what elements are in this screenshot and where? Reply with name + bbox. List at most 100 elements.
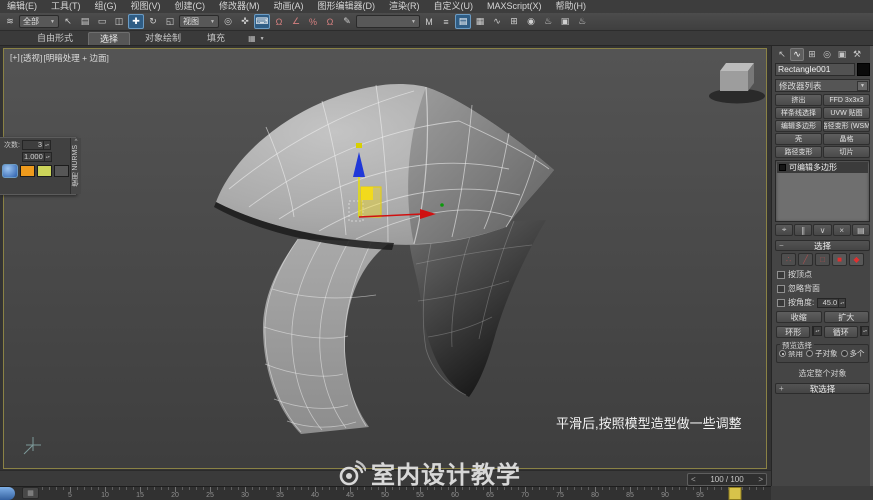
menu-item[interactable]: 工具(T) (44, 0, 88, 13)
stack-item-editable-poly[interactable]: 可编辑多边形 (777, 162, 868, 173)
checkbox[interactable] (777, 271, 785, 279)
menu-item[interactable]: 动画(A) (267, 0, 311, 13)
menu-item[interactable]: 自定义(U) (427, 0, 481, 13)
nurms-color-swatch-yellow[interactable] (37, 165, 52, 177)
nurms-isoline-button[interactable] (54, 165, 69, 177)
selection-rollout-header[interactable]: − 选择 (775, 240, 870, 251)
modifier-btn-lattice[interactable]: 晶格 (823, 133, 870, 145)
menu-item[interactable]: 修改器(M) (212, 0, 267, 13)
material-editor-icon[interactable]: ◉ ▼ (523, 14, 539, 29)
modifier-btn-uvw-map[interactable]: UVW 贴图 (823, 107, 870, 119)
remove-modifier-icon[interactable]: × (833, 224, 851, 236)
menu-item[interactable]: 渲染(R) (382, 0, 427, 13)
loop-button[interactable]: 循环 (824, 326, 858, 338)
vertex-mode-icon[interactable]: ∴ (781, 253, 796, 266)
menu-item[interactable]: MAXScript(X) (480, 0, 549, 13)
viewport-shading-menu[interactable]: [明暗处理 + 边面] (43, 52, 108, 64)
menu-item[interactable]: 图形编辑器(D) (311, 0, 383, 13)
preview-subobject-radio[interactable]: 子对象 (806, 348, 838, 359)
spinner-arrows-icon[interactable]: ▴▾ (838, 299, 845, 307)
by-vertex-checkbox[interactable]: 按顶点 (777, 269, 868, 280)
time-slider-handle[interactable]: < 100 / 100 > (687, 473, 767, 486)
spinner-arrows-icon[interactable]: ▴▾ (43, 141, 50, 149)
configure-modifier-sets-icon[interactable]: ▤ (852, 224, 870, 236)
use-pivot-point-icon[interactable]: ◎ ▼ (220, 14, 236, 29)
motion-tab-icon[interactable]: ◎ (820, 48, 834, 61)
menu-item[interactable]: 视图(V) (124, 0, 168, 13)
hierarchy-tab-icon[interactable]: ⊞ (805, 48, 819, 61)
ribbon-tab-object-paint[interactable]: 对象绘制 (134, 32, 192, 45)
shrink-button[interactable]: 收缩 (776, 311, 822, 323)
checkbox[interactable] (777, 285, 785, 293)
select-and-scale-icon[interactable]: ◱ ▼ (162, 14, 178, 29)
by-angle-row[interactable]: 按角度: 45.0 ▴▾ (777, 297, 868, 308)
display-tab-icon[interactable]: ▣ (835, 48, 849, 61)
preview-multiple-radio[interactable]: 多个 (841, 348, 865, 359)
modifier-btn-path-deform[interactable]: 路径变形 (775, 146, 822, 158)
curve-editor-icon[interactable]: ∿ ▼ (489, 14, 505, 29)
spinner-snap-icon[interactable]: Ω ▼ (322, 14, 338, 29)
modifier-btn-slice[interactable]: 切片 (823, 146, 870, 158)
iterations-spinner[interactable]: 3 ▴▾ (22, 140, 51, 150)
edge-mode-icon[interactable]: ╱ (798, 253, 813, 266)
smoothness-spinner[interactable]: 1.000 ▴▾ (22, 152, 52, 162)
menu-item[interactable]: 编辑(E) (0, 0, 44, 13)
viewport-canvas[interactable] (4, 49, 767, 469)
modify-tab-icon[interactable]: ∿ (790, 48, 804, 61)
modifier-btn-shell[interactable]: 壳 (775, 133, 822, 145)
grow-button[interactable]: 扩大 (824, 311, 870, 323)
modifier-btn-extrude[interactable]: 挤出 (775, 94, 822, 106)
selection-filter-dropdown[interactable]: 全部 ▼ (19, 15, 59, 28)
modifier-list-dropdown[interactable]: 修改器列表 ▼ (775, 79, 870, 92)
viewport-pov-menu[interactable]: [透视] (21, 52, 43, 64)
select-and-manipulate-icon[interactable]: ✜ ▼ (237, 14, 253, 29)
percent-snap-icon[interactable]: % ▼ (305, 14, 321, 29)
rectangular-selection-region-icon[interactable]: ▭ ▼ (94, 14, 110, 29)
mirror-icon[interactable]: M ▼ (421, 14, 437, 29)
object-name-field[interactable]: Rectangle001 (775, 63, 855, 76)
select-object-icon[interactable]: ↖ ▼ (60, 14, 76, 29)
by-angle-spinner[interactable]: 45.0 ▴▾ (817, 298, 846, 308)
ribbon-tab-freeform[interactable]: 自由形式 (26, 32, 84, 45)
utilities-tab-icon[interactable]: ⚒ (850, 48, 864, 61)
current-frame-marker[interactable] (729, 487, 742, 500)
create-tab-icon[interactable]: ↖ (775, 48, 789, 61)
ring-spinner[interactable]: ▴▾ (812, 326, 821, 336)
modifier-stack-list[interactable]: 可编辑多边形 (775, 160, 870, 222)
menu-item[interactable]: 组(G) (88, 0, 124, 13)
soft-selection-rollout-header[interactable]: + 软选择 (775, 383, 870, 394)
ribbon-tab-populate[interactable]: 填充 (196, 32, 236, 45)
reference-coordinate-dropdown[interactable]: 视图 ▼ (179, 15, 219, 28)
angle-snap-icon[interactable]: ∠ ▼ (288, 14, 304, 29)
select-and-rotate-icon[interactable]: ↻ ▼ (145, 14, 161, 29)
select-and-link-icon[interactable]: ≋ ▼ (2, 14, 18, 29)
named-selection-sets-dropdown[interactable]: ▼ (356, 15, 420, 28)
window-crossing-toggle-icon[interactable]: ◫ ▼ (111, 14, 127, 29)
nurms-sphere-button[interactable] (2, 164, 18, 178)
spinner-arrows-icon[interactable]: ▴▾ (44, 153, 51, 161)
modifier-btn-path-deform-wsm[interactable]: 路径变形 (WSM) (823, 120, 870, 132)
select-by-name-icon[interactable]: ▤ ▼ (77, 14, 93, 29)
ignore-backfacing-checkbox[interactable]: 忽略背面 (777, 283, 868, 294)
next-frame-icon[interactable]: > (758, 476, 763, 484)
ribbon-extra-icon[interactable]: ▦ ▼ (248, 32, 265, 45)
ribbon-tab-selection[interactable]: 选择 (88, 32, 130, 45)
perspective-viewport[interactable]: [+] [透视] [明暗处理 + 边面] (3, 48, 767, 469)
keyboard-override-icon[interactable]: ⌨ ▼ (254, 14, 270, 29)
chair-model[interactable] (214, 84, 554, 434)
edit-named-selections-icon[interactable]: ✎ ▼ (339, 14, 355, 29)
ring-button[interactable]: 环形 (776, 326, 810, 338)
layer-manager-icon[interactable]: ▤ ▼ (455, 14, 471, 29)
pin-stack-icon[interactable]: ⌖ (775, 224, 793, 236)
make-unique-icon[interactable]: ∨ (813, 224, 831, 236)
element-mode-icon[interactable]: ◆ (849, 253, 864, 266)
modifier-btn-ffd-3x3x3[interactable]: FFD 3x3x3 (823, 94, 870, 106)
by-angle-checkbox[interactable] (777, 299, 785, 307)
viewcube[interactable] (709, 63, 765, 104)
align-icon[interactable]: ≡ ▼ (438, 14, 454, 29)
viewport-general-menu[interactable]: [+] (10, 52, 20, 64)
rendered-frame-icon[interactable]: ▣ ▼ (557, 14, 573, 29)
render-production-icon[interactable]: ♨ ▼ (574, 14, 590, 29)
snaps-toggle-icon[interactable]: Ω ▼ (271, 14, 287, 29)
polygon-mode-icon[interactable]: ■ (832, 253, 847, 266)
